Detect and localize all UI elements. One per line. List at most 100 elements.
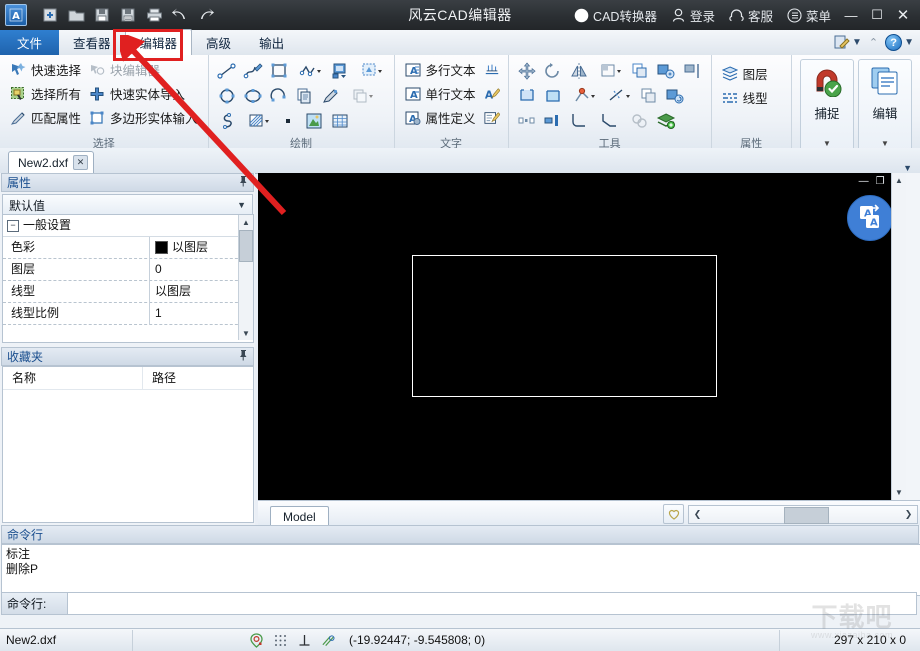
redo-button[interactable] [193,3,219,27]
ellipse-icon[interactable] [241,84,266,108]
property-row-linetype[interactable]: 线型 以图层 [3,281,253,303]
favorites-pin-icon[interactable] [239,350,248,364]
expander-icon[interactable]: − [7,220,19,232]
properties-pin-icon[interactable] [239,176,248,190]
polygon-entity-input-button[interactable]: 多边形实体输入 [85,106,202,129]
support-button[interactable]: 客服 [722,0,780,30]
open-file-button[interactable] [63,3,89,27]
rotate-copy-icon[interactable] [663,84,688,108]
group-icon[interactable] [628,109,653,133]
hscroll-right-icon[interactable]: ❯ [900,507,917,522]
scroll-up-icon[interactable]: ▲ [242,215,250,229]
arc-icon[interactable] [267,84,292,108]
new-file-button[interactable] [37,3,63,27]
undo-button[interactable] [167,3,193,27]
properties-selector[interactable]: 默认值 ▼ [2,194,253,216]
copy-entity-icon[interactable] [293,84,318,108]
mdi-restore-button[interactable]: ❐ [876,176,885,187]
document-tab-close-icon[interactable]: ✕ [73,155,88,170]
linetype-button[interactable]: 线型 [718,86,772,109]
point-icon[interactable] [276,109,301,133]
image-insert-icon[interactable] [302,109,327,133]
scale-icon[interactable] [593,59,627,83]
edit-dropdown-caret[interactable]: ▼ [881,139,889,148]
quick-select-button[interactable]: 快速选择 [6,58,85,81]
properties-group-row[interactable]: − 一般设置 [3,215,253,237]
tab-output[interactable]: 输出 [245,30,298,55]
layer-stack-icon[interactable] [345,84,379,108]
osnap-icon[interactable] [249,633,264,648]
scroll-down-icon[interactable]: ▼ [242,326,250,340]
rotate-icon[interactable] [541,59,566,83]
edit-button[interactable]: 编辑 ▼ [858,59,912,152]
close-button[interactable]: ✕ [890,0,916,30]
chevron-down-icon[interactable]: ▼ [237,200,246,210]
collapse-ribbon-icon[interactable]: ⌃ [864,36,883,49]
command-history[interactable]: 标注 删除P [1,544,920,596]
property-row-linetype-scale[interactable]: 线型比例 1 [3,303,253,325]
hscroll-track[interactable] [706,507,900,522]
snap-button[interactable]: 捕捉 ▼ [800,59,854,152]
multiline-text-button[interactable]: A 多行文本 [401,58,480,81]
document-tab-new2[interactable]: New2.dxf ✕ [8,151,94,173]
help-icon[interactable]: ? [885,34,902,51]
favorites-col-path[interactable]: 路径 [143,367,253,389]
table-icon[interactable] [328,109,353,133]
canvas-scroll-up-icon[interactable]: ▲ [895,173,903,188]
maximize-button[interactable]: ☐ [864,0,890,30]
rectangle-icon[interactable] [267,59,292,83]
model-tab[interactable]: Model [270,506,329,526]
extend-icon[interactable] [541,84,566,108]
line-icon[interactable] [215,59,240,83]
scroll-thumb[interactable] [239,230,253,262]
block-insert-icon[interactable] [328,59,353,83]
brush-icon[interactable] [319,84,344,108]
canvas-vertical-scrollbar[interactable]: ▲ ▼ [891,173,906,500]
trim-icon[interactable] [515,84,540,108]
stretch-icon[interactable] [541,109,566,133]
select-all-button[interactable]: 选择所有 [6,82,85,105]
circle-icon[interactable] [215,84,240,108]
block-editor-button[interactable]: 块编辑器 [85,58,202,81]
login-button[interactable]: 登录 [664,0,722,30]
cad-converter-button[interactable]: CAD转换器 [567,0,664,30]
ortho-perpendicular-icon[interactable] [297,633,312,648]
break-icon[interactable] [602,84,636,108]
mirror-icon[interactable] [567,59,592,83]
canvas-scroll-down-icon[interactable]: ▼ [895,485,903,500]
text-edit-button[interactable] [484,106,500,129]
tab-file[interactable]: 文件 [0,30,59,55]
layer-add-icon[interactable] [654,109,679,133]
mdi-minimize-button[interactable]: — [859,176,869,187]
grid-dots-icon[interactable] [273,633,288,648]
snap-dropdown-caret[interactable]: ▼ [823,139,831,148]
property-row-layer[interactable]: 图层 0 [3,259,253,281]
hscroll-thumb[interactable] [784,507,829,524]
singleline-text-button[interactable]: A 单行文本 [401,82,480,105]
fillet-icon[interactable] [567,109,592,133]
save-as-button[interactable] [115,3,141,27]
text-align-button[interactable] [484,58,500,81]
fillet-tool-icon[interactable] [567,84,601,108]
favorites-list[interactable]: 名称 路径 [2,366,254,523]
match-properties-button[interactable]: 匹配属性 [6,106,85,129]
array-icon[interactable] [515,109,540,133]
polar-track-icon[interactable] [321,633,336,648]
menu-button[interactable]: 菜单 [780,0,838,30]
drawing-canvas[interactable]: — ❐ ✕ A A ▲ ▼ [258,173,906,500]
help-caret-icon[interactable]: ▼ [904,37,914,48]
favorites-col-name[interactable]: 名称 [3,367,143,389]
copy-icon[interactable] [628,59,653,83]
favorite-heart-icon[interactable] [663,504,684,524]
property-row-color[interactable]: 色彩 以图层 [3,237,253,259]
move-icon[interactable] [515,59,540,83]
properties-scrollbar[interactable]: ▲ ▼ [238,215,253,340]
document-tabbar-overflow-icon[interactable]: ▼ [903,163,920,173]
minimize-button[interactable]: — [838,0,864,30]
curve-icon[interactable] [215,109,240,133]
translate-floating-button[interactable]: A A [847,195,893,241]
offset-icon[interactable] [654,59,679,83]
layers-button[interactable]: 图层 [718,62,772,85]
canvas-horizontal-scrollbar[interactable]: ❮ ❯ [688,505,918,524]
print-button[interactable] [141,3,167,27]
